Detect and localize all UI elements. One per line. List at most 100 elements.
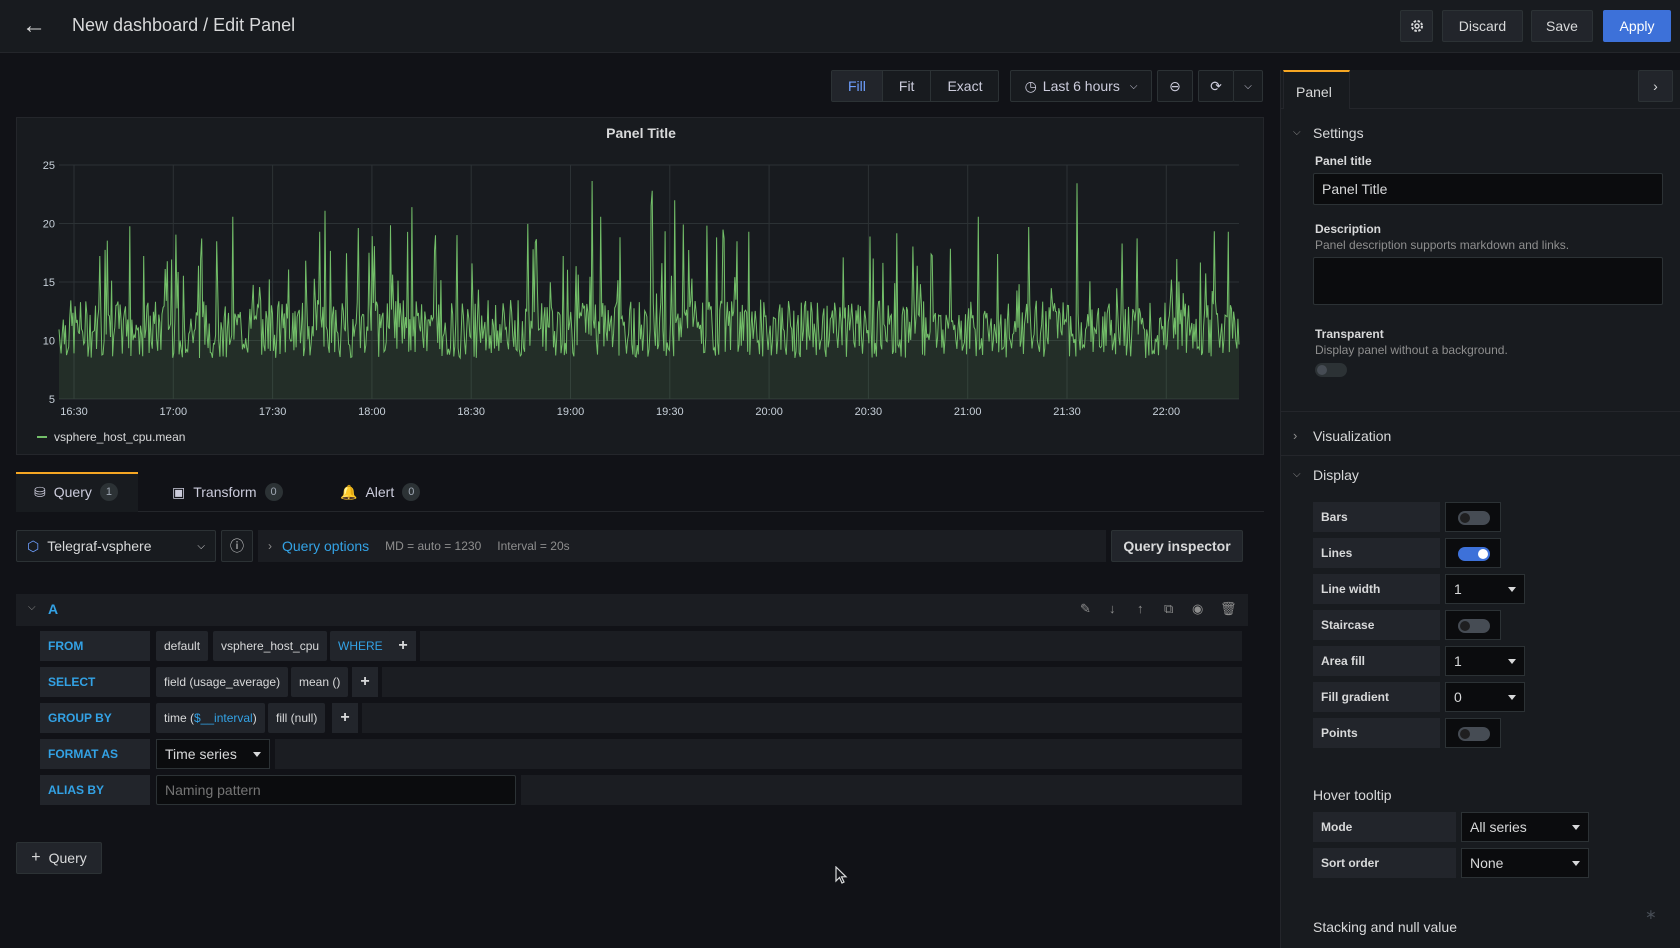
x-tick-label: 18:00 (358, 406, 386, 418)
where-keyword[interactable]: WHERE (330, 631, 391, 661)
display-section-title[interactable]: Display (1313, 467, 1359, 483)
chevron-down-icon: ⌵ (1129, 80, 1138, 92)
description-textarea[interactable] (1313, 257, 1663, 305)
section-divider (1281, 411, 1680, 412)
tab-panel[interactable]: Panel (1283, 70, 1350, 109)
save-button[interactable]: Save (1531, 10, 1593, 42)
line-width-select[interactable]: 1 (1445, 574, 1525, 604)
chevron-down-icon: ⌵ (197, 540, 205, 552)
query-options-label: Query options (282, 538, 370, 554)
area-fill-select[interactable]: 1 (1445, 646, 1525, 676)
back-arrow-icon[interactable]: ← (20, 12, 48, 40)
lines-toggle[interactable] (1445, 538, 1501, 568)
plus-icon: + (31, 849, 41, 866)
zoom-out-icon[interactable]: ⊖ (1157, 70, 1193, 102)
datasource-picker[interactable]: ⬡ Telegraf-vsphere ⌵ (16, 530, 216, 562)
x-tick-label: 18:30 (457, 406, 485, 418)
y-tick-label: 15 (43, 277, 55, 289)
select-function-chip[interactable]: mean () (291, 667, 349, 697)
legend-series-label: vsphere_host_cpu.mean (54, 430, 186, 444)
chevron-right-icon[interactable]: › (1638, 70, 1673, 102)
query-row-header: ⌵ A ✎ ↓ ↑ ⧉ ◉ 🗑 (16, 594, 1248, 626)
eye-icon[interactable]: ◉ (1192, 601, 1203, 617)
time-range-label: Last 6 hours (1042, 78, 1120, 94)
bars-toggle[interactable] (1445, 502, 1501, 532)
from-database-chip[interactable]: default (156, 631, 209, 661)
transparent-help: Display panel without a background. (1315, 343, 1508, 357)
from-measurement-chip[interactable]: vsphere_host_cpu (213, 631, 328, 661)
add-select-plus-icon[interactable]: + (352, 667, 378, 697)
edit-pencil-icon[interactable]: ✎ (1080, 601, 1091, 617)
add-query-label: Query (48, 850, 87, 866)
sort-order-select[interactable]: None (1461, 848, 1589, 878)
trash-icon[interactable]: 🗑 (1220, 601, 1237, 617)
influxdb-icon: ⬡ (27, 537, 40, 554)
tab-query[interactable]: ⛁ Query 1 (34, 472, 118, 512)
query-options-bar[interactable]: › Query options MD = auto = 1230 Interva… (258, 530, 1106, 562)
query-md-info: MD = auto = 1230 (385, 539, 482, 553)
query-ref-id[interactable]: A (48, 601, 58, 617)
x-tick-label: 19:30 (656, 406, 684, 418)
mouse-cursor-icon (835, 866, 848, 884)
duplicate-icon[interactable]: ⧉ (1164, 601, 1173, 617)
legend-swatch (37, 436, 47, 438)
group-row-filler (362, 703, 1242, 733)
tab-transform[interactable]: ▣ Transform 0 (172, 472, 283, 512)
refresh-icon[interactable]: ⟳ (1198, 70, 1234, 102)
resize-handle-icon[interactable]: ∗ (1645, 906, 1657, 923)
x-tick-label: 17:00 (160, 406, 188, 418)
add-where-plus-icon[interactable]: + (390, 631, 416, 661)
group-fill-chip[interactable]: fill (null) (268, 703, 326, 733)
settings-section-title[interactable]: Settings (1313, 125, 1364, 141)
visualization-chevron-icon[interactable]: › (1293, 428, 1297, 443)
format-as-select[interactable]: Time series (156, 739, 270, 769)
discard-button[interactable]: Discard (1442, 10, 1523, 42)
chart-legend[interactable]: vsphere_host_cpu.mean (37, 430, 185, 444)
move-down-icon[interactable]: ↓ (1109, 601, 1116, 616)
mode-exact-button[interactable]: Exact (931, 71, 998, 101)
datasource-label: Telegraf-vsphere (47, 538, 152, 554)
time-range-picker[interactable]: ◷ Last 6 hours ⌵ (1010, 70, 1152, 102)
caret-down-icon (1572, 825, 1580, 830)
help-icon[interactable]: ⓘ (221, 530, 253, 562)
points-toggle[interactable] (1445, 718, 1501, 748)
mode-fill-button[interactable]: Fill (832, 71, 883, 101)
add-query-button[interactable]: + Query (16, 842, 102, 874)
line-width-value: 1 (1454, 581, 1462, 597)
group-time-suffix: ) (252, 711, 257, 725)
query-inspector-button[interactable]: Query inspector (1111, 530, 1243, 562)
transparent-toggle[interactable] (1315, 363, 1347, 377)
fill-gradient-select[interactable]: 0 (1445, 682, 1525, 712)
series-area-fill (59, 181, 1239, 399)
settings-gear-icon[interactable] (1400, 10, 1433, 42)
area-fill-value: 1 (1454, 653, 1462, 669)
y-tick-label: 20 (43, 219, 55, 231)
alias-pattern-input[interactable] (156, 775, 516, 805)
settings-chevron-icon[interactable]: ⌵ (1293, 127, 1301, 138)
visualization-section-title[interactable]: Visualization (1313, 428, 1391, 444)
mode-fit-button[interactable]: Fit (883, 71, 932, 101)
tab-alert-count: 0 (402, 483, 421, 501)
caret-down-icon (1508, 659, 1516, 664)
caret-down-icon (253, 752, 261, 757)
transparent-label: Transparent (1315, 327, 1384, 341)
group-time-chip[interactable]: time ($__interval) (156, 703, 265, 733)
move-up-icon[interactable]: ↑ (1137, 601, 1144, 616)
display-chevron-icon[interactable]: ⌵ (1293, 469, 1301, 480)
lines-label: Lines (1313, 538, 1440, 568)
format-row-filler (275, 739, 1242, 769)
line-width-label: Line width (1313, 574, 1440, 604)
add-group-plus-icon[interactable]: + (332, 703, 358, 733)
tab-alert[interactable]: 🔔 Alert 0 (340, 472, 421, 512)
apply-button[interactable]: Apply (1603, 10, 1671, 42)
fill-gradient-value: 0 (1454, 689, 1462, 705)
alias-row-filler (521, 775, 1242, 805)
collapse-chevron-icon[interactable]: ⌵ (28, 602, 36, 613)
tab-transform-count: 0 (264, 483, 283, 501)
select-row-filler (382, 667, 1242, 697)
staircase-toggle[interactable] (1445, 610, 1501, 640)
refresh-interval-chevron-icon[interactable]: ⌵ (1233, 70, 1263, 102)
panel-title-input[interactable] (1313, 173, 1663, 205)
select-field-chip[interactable]: field (usage_average) (156, 667, 289, 697)
tooltip-mode-select[interactable]: All series (1461, 812, 1589, 842)
